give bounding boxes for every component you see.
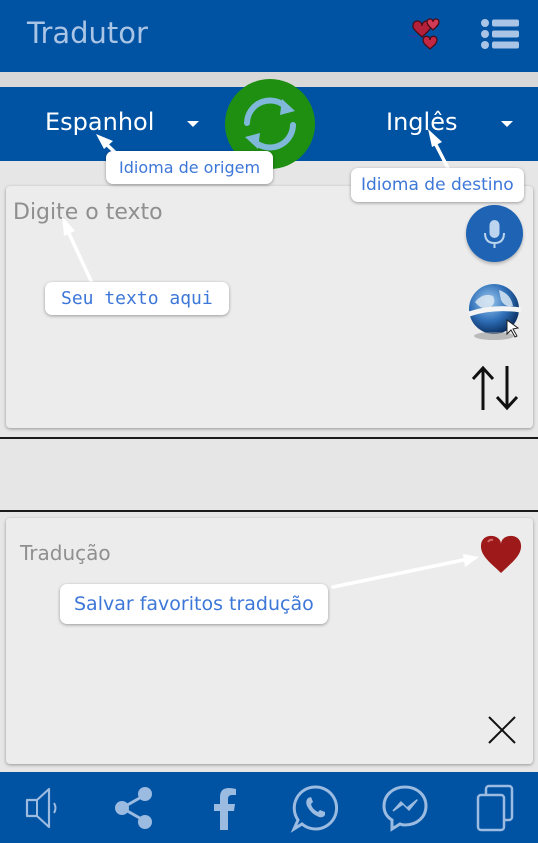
target-language-select[interactable]: Inglês [386,108,457,136]
translation-output: Tradução [20,541,111,565]
tooltip-source-language: Idioma de origem [106,151,274,184]
source-dropdown-icon[interactable] [187,121,199,127]
tooltip-save-favorite: Salvar favoritos tradução [60,584,328,624]
menu-list-icon[interactable] [480,18,520,50]
hearts-icon[interactable] [406,14,446,54]
close-icon[interactable] [486,714,518,746]
messenger-icon[interactable] [380,783,430,833]
microphone-icon [484,220,505,248]
microphone-button[interactable] [466,205,523,262]
tooltip-target-language: Idioma de destino [351,168,524,202]
target-dropdown-icon[interactable] [501,121,513,127]
tooltip-text-input: Seu texto aqui [45,282,229,315]
app-title: Tradutor [27,16,148,50]
text-input[interactable]: Digite o texto [13,200,163,225]
swap-arrows-icon[interactable] [470,364,520,412]
share-icon[interactable] [109,783,159,833]
whatsapp-icon[interactable] [290,783,340,833]
heart-icon[interactable] [478,532,524,576]
globe-icon[interactable] [463,280,525,342]
speaker-icon[interactable] [19,783,69,833]
source-language-select[interactable]: Espanhol [45,108,154,136]
copy-icon[interactable] [470,783,520,833]
facebook-icon[interactable] [199,783,249,833]
divider [0,437,538,439]
bottom-toolbar [0,772,538,843]
divider [0,510,538,512]
